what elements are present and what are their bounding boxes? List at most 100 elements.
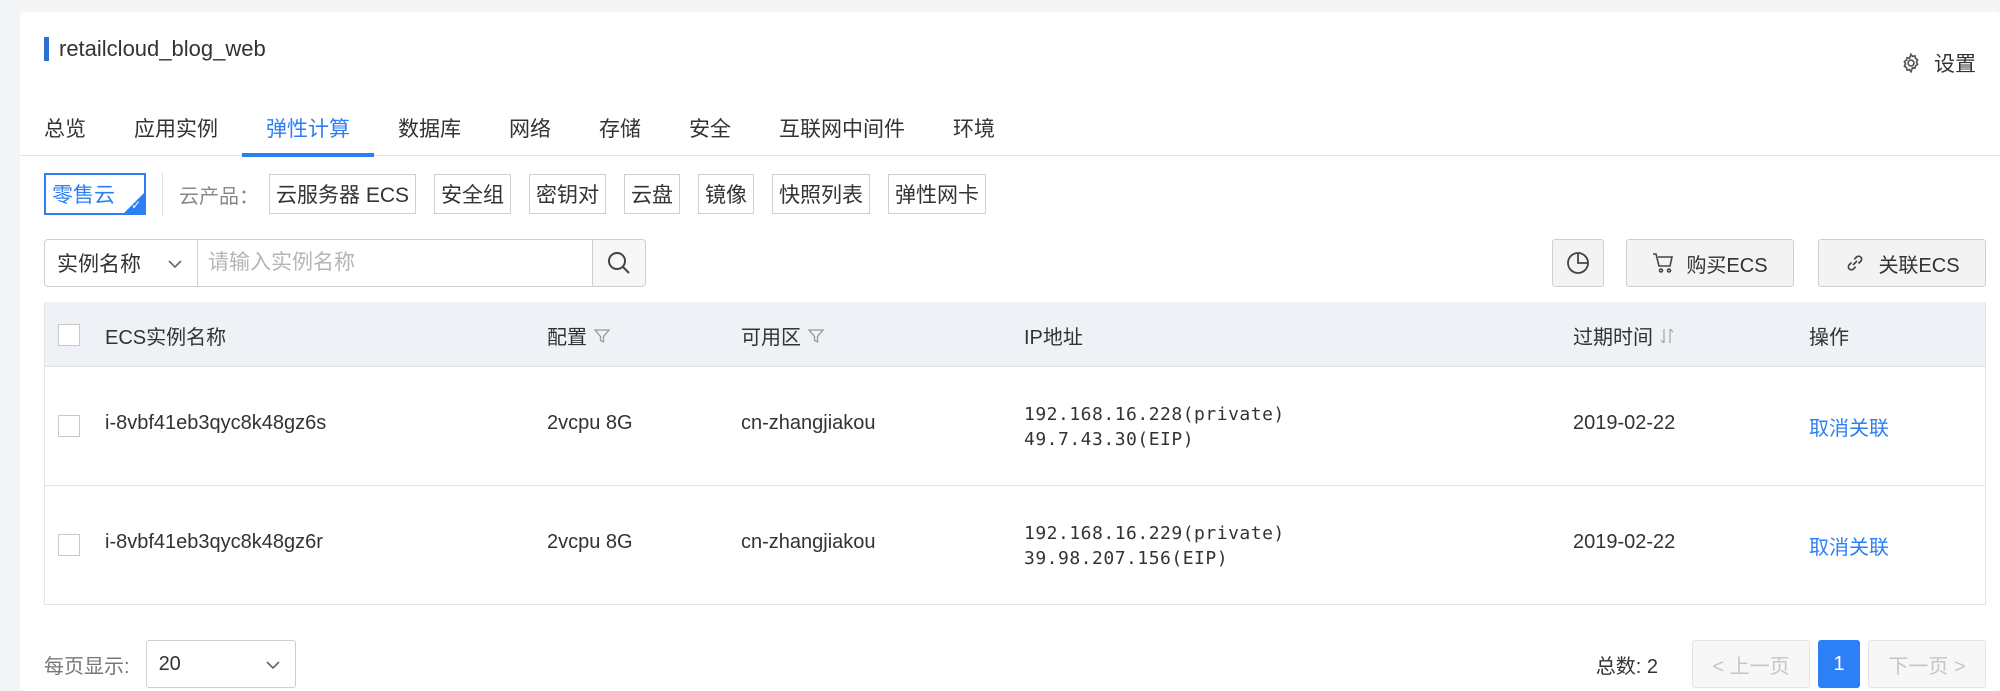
row-checkbox[interactable] — [58, 534, 80, 556]
link-icon — [1848, 255, 1863, 271]
product-disk[interactable]: 云盘 — [624, 174, 681, 214]
instance-zone: cn-zhangjiakou — [741, 531, 876, 553]
product-label: 云服务器 ECS — [276, 184, 410, 207]
page-size-select[interactable]: 20 — [145, 640, 296, 688]
product-snapshot-list[interactable]: 快照列表 — [772, 174, 871, 214]
gear-icon — [1903, 52, 1919, 74]
tab-label: 环境 — [953, 118, 995, 141]
chart-view-button[interactable] — [1552, 239, 1604, 287]
col-config-header[interactable]: 配置 — [547, 321, 611, 350]
page-size-value: 20 — [158, 652, 181, 675]
col-expire-label: 过期时间 — [1573, 327, 1653, 349]
search-field-select[interactable]: 实例名称 — [45, 240, 198, 286]
settings-label: 设置 — [1934, 53, 1976, 76]
buy-ecs-button[interactable]: 购买ECS — [1626, 239, 1794, 287]
product-label: 密钥对 — [536, 184, 600, 207]
search-button[interactable] — [592, 240, 645, 286]
select-all-checkbox[interactable] — [58, 324, 80, 346]
col-zone-label: 可用区 — [741, 327, 801, 349]
tab-label: 数据库 — [398, 118, 461, 141]
unlink-button[interactable]: 取消关联 — [1809, 412, 1889, 441]
tab-app-instances[interactable]: 应用实例 — [110, 100, 242, 156]
ecs-table: ECS实例名称 配置 可用区 IP地址 过期时间 操作 i-8vbf41eb3q… — [44, 302, 1986, 605]
search-field-value: 实例名称 — [57, 253, 141, 276]
instance-name: i-8vbf41eb3qyc8k48gz6r — [105, 531, 323, 553]
prev-page-label: < 上一页 — [1712, 655, 1790, 678]
pagination: 总数: 2 < 上一页 1 下一页 > — [1596, 640, 1986, 688]
tab-internet-middleware[interactable]: 互联网中间件 — [755, 100, 929, 156]
col-expire-header[interactable]: 过期时间 — [1573, 321, 1675, 350]
sort-icon — [1660, 328, 1674, 343]
product-key-pair[interactable]: 密钥对 — [529, 174, 607, 214]
table-row: i-8vbf41eb3qyc8k48gz6s 2vcpu 8G cn-zhang… — [45, 366, 1985, 485]
col-ip-header: IP地址 — [1024, 327, 1083, 349]
table-header: ECS实例名称 配置 可用区 IP地址 过期时间 操作 — [45, 302, 1985, 366]
col-op-header: 操作 — [1809, 327, 1849, 349]
tab-label: 安全 — [689, 118, 731, 141]
filter-row: 零售云 ✓ 云产品： 云服务器 ECS 安全组 密钥对 云盘 镜像 快照列表 弹… — [44, 163, 1004, 225]
settings-button[interactable]: 设置 — [1900, 48, 1976, 78]
tab-database[interactable]: 数据库 — [374, 100, 485, 156]
divider — [162, 173, 163, 215]
product-eni[interactable]: 弹性网卡 — [888, 174, 987, 214]
cloud-label: 零售云 — [52, 184, 115, 207]
instance-name: i-8vbf41eb3qyc8k48gz6s — [105, 412, 327, 434]
ip-private: 192.168.16.228(private) — [1024, 404, 1285, 425]
prev-page-button[interactable]: < 上一页 — [1692, 640, 1810, 688]
instance-ip: 192.168.16.229(private) 39.98.207.156(EI… — [1024, 521, 1285, 571]
tab-environment[interactable]: 环境 — [929, 100, 1019, 156]
total-count: 总数: 2 — [1595, 655, 1658, 678]
search-icon — [608, 252, 630, 274]
page-number-current[interactable]: 1 — [1818, 640, 1860, 688]
instance-zone: cn-zhangjiakou — [741, 412, 876, 434]
filter-icon — [593, 328, 611, 343]
instance-ip: 192.168.16.228(private) 49.7.43.30(EIP) — [1024, 402, 1285, 452]
chevron-down-icon — [265, 661, 280, 670]
page-number-label: 1 — [1833, 652, 1845, 675]
pie-chart-icon — [1567, 252, 1589, 274]
buy-ecs-label: 购买ECS — [1686, 254, 1768, 277]
instance-expire: 2019-02-22 — [1573, 412, 1676, 434]
product-label: 快照列表 — [779, 184, 864, 207]
product-image[interactable]: 镜像 — [698, 174, 755, 214]
next-page-label: 下一页 > — [1888, 655, 1966, 678]
filter-icon — [807, 328, 825, 343]
check-icon: ✓ — [130, 198, 141, 212]
tab-label: 弹性计算 — [266, 118, 350, 141]
main-tabs: 总览 应用实例 弹性计算 数据库 网络 存储 安全 互联网中间件 环境 — [20, 100, 2000, 157]
unlink-button[interactable]: 取消关联 — [1809, 531, 1889, 560]
product-security-group[interactable]: 安全组 — [434, 174, 512, 214]
search-input[interactable] — [198, 240, 592, 286]
link-ecs-button[interactable]: 关联ECS — [1818, 239, 1986, 287]
tab-security[interactable]: 安全 — [665, 100, 755, 156]
ip-eip: 49.7.43.30(EIP) — [1024, 429, 1195, 450]
tab-label: 网络 — [509, 118, 551, 141]
product-label: 云盘 — [631, 184, 674, 207]
col-name-header: ECS实例名称 — [105, 327, 227, 349]
title-accent-bar — [44, 37, 49, 61]
product-label: 安全组 — [441, 184, 505, 207]
cart-icon — [1653, 253, 1674, 273]
tab-label: 总览 — [44, 118, 86, 141]
main-card: retailcloud_blog_web 设置 总览 应用实例 弹性计算 数据库… — [20, 12, 2000, 691]
next-page-button[interactable]: 下一页 > — [1868, 640, 1986, 688]
tab-storage[interactable]: 存储 — [575, 100, 665, 156]
tab-label: 互联网中间件 — [779, 118, 905, 141]
instance-expire: 2019-02-22 — [1573, 531, 1676, 553]
product-ecs[interactable]: 云服务器 ECS — [269, 174, 417, 214]
col-zone-header[interactable]: 可用区 — [741, 321, 825, 350]
row-checkbox[interactable] — [58, 415, 80, 437]
app-title: retailcloud_blog_web — [44, 34, 266, 64]
tab-network[interactable]: 网络 — [485, 100, 575, 156]
page-size-label: 每页显示: — [44, 655, 130, 678]
tab-elastic-compute[interactable]: 弹性计算 — [242, 100, 374, 157]
cloud-selector-retail[interactable]: 零售云 ✓ — [44, 173, 146, 215]
tab-overview[interactable]: 总览 — [20, 100, 110, 156]
page-size-control: 每页显示: 20 — [44, 640, 296, 688]
ip-eip: 39.98.207.156(EIP) — [1024, 548, 1229, 569]
ip-private: 192.168.16.229(private) — [1024, 523, 1285, 544]
tab-label: 应用实例 — [134, 118, 218, 141]
instance-config: 2vcpu 8G — [547, 531, 633, 553]
instance-config: 2vcpu 8G — [547, 412, 633, 434]
product-label: 镜像 — [705, 184, 748, 207]
